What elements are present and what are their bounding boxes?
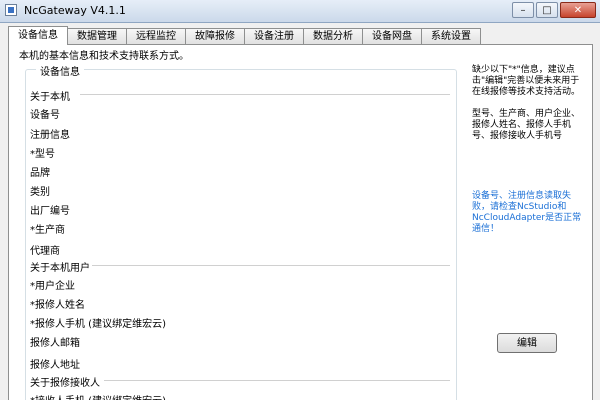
field-device-id-label: 设备号	[30, 110, 60, 121]
field-brand-label: 品牌	[30, 168, 50, 179]
tab-bar: 设备信息 数据管理 远程监控 故障报修 设备注册 数据分析 设备网盘 系统设置	[8, 26, 481, 45]
read-failure-warning: 设备号、注册信息读取失败，请检查NcStudio和NcCloudAdapter是…	[472, 191, 582, 234]
close-button[interactable]: ✕	[560, 2, 596, 18]
section-title: 关于报修接收人	[30, 378, 100, 389]
window-title: NcGateway V4.1.1	[24, 4, 126, 17]
field-registration-label: 注册信息	[30, 130, 70, 141]
panel-intro: 本机的基本信息和技术支持联系方式。	[19, 51, 189, 62]
tab-data-analysis[interactable]: 数据分析	[303, 28, 363, 44]
field-manufacturer-label: *生产商	[30, 225, 65, 236]
missing-fields-list: 型号、生产商、用户企业、报修人姓名、报修人手机号、报修接收人手机号	[472, 109, 581, 141]
device-info-group: 设备信息 关于本机 设备号 注册信息 *型号 品牌 类别 出厂编号 *生产商 代…	[25, 63, 457, 400]
field-agent-label: 代理商	[30, 246, 60, 257]
section-machine-header: 关于本机	[30, 88, 450, 103]
app-icon	[5, 4, 17, 16]
tab-remote-monitor[interactable]: 远程监控	[126, 28, 186, 44]
tab-system-settings[interactable]: 系统设置	[421, 28, 481, 44]
tab-device-info[interactable]: 设备信息	[8, 26, 68, 45]
section-divider	[104, 380, 450, 381]
section-title: 关于本机用户	[30, 263, 90, 274]
field-reporter-name-label: *报修人姓名	[30, 300, 85, 311]
field-reporter-email-label: 报修人邮箱	[30, 338, 80, 349]
edit-button[interactable]: 编辑	[497, 333, 557, 353]
field-serial-label: 出厂编号	[30, 206, 70, 217]
minimize-button[interactable]: –	[512, 2, 534, 18]
field-receiver-phone-label: *接收人手机 (建议绑定维宏云)	[30, 392, 166, 400]
tab-device-drive[interactable]: 设备网盘	[362, 28, 422, 44]
title-bar: NcGateway V4.1.1 – □ ✕	[0, 0, 600, 23]
tab-device-register[interactable]: 设备注册	[244, 28, 304, 44]
tab-data-management[interactable]: 数据管理	[67, 28, 127, 44]
section-divider	[92, 265, 450, 266]
field-user-company-label: *用户企业	[30, 281, 75, 292]
field-category-label: 类别	[30, 187, 50, 198]
section-divider	[80, 94, 450, 95]
section-receiver-header: 关于报修接收人	[30, 374, 450, 389]
missing-info-hint: 缺少以下"*"信息，建议点击"编辑"完善以便未来用于在线报修等技术支持活动。	[472, 65, 581, 97]
section-user-header: 关于本机用户	[30, 259, 450, 274]
field-reporter-address-label: 报修人地址	[30, 360, 80, 371]
tab-panel-device-info: 本机的基本信息和技术支持联系方式。 设备信息 关于本机 设备号 注册信息 *型号…	[8, 44, 593, 400]
group-title: 设备信息	[36, 63, 84, 78]
tab-fault-report[interactable]: 故障报修	[185, 28, 245, 44]
section-title: 关于本机	[30, 92, 70, 103]
maximize-button[interactable]: □	[536, 2, 558, 18]
app-window: NcGateway V4.1.1 – □ ✕ 设备信息 数据管理 远程监控 故障…	[0, 0, 600, 400]
field-reporter-phone-label: *报修人手机 (建议绑定维宏云)	[30, 319, 166, 330]
window-controls: – □ ✕	[512, 2, 596, 18]
field-model-label: *型号	[30, 149, 55, 160]
